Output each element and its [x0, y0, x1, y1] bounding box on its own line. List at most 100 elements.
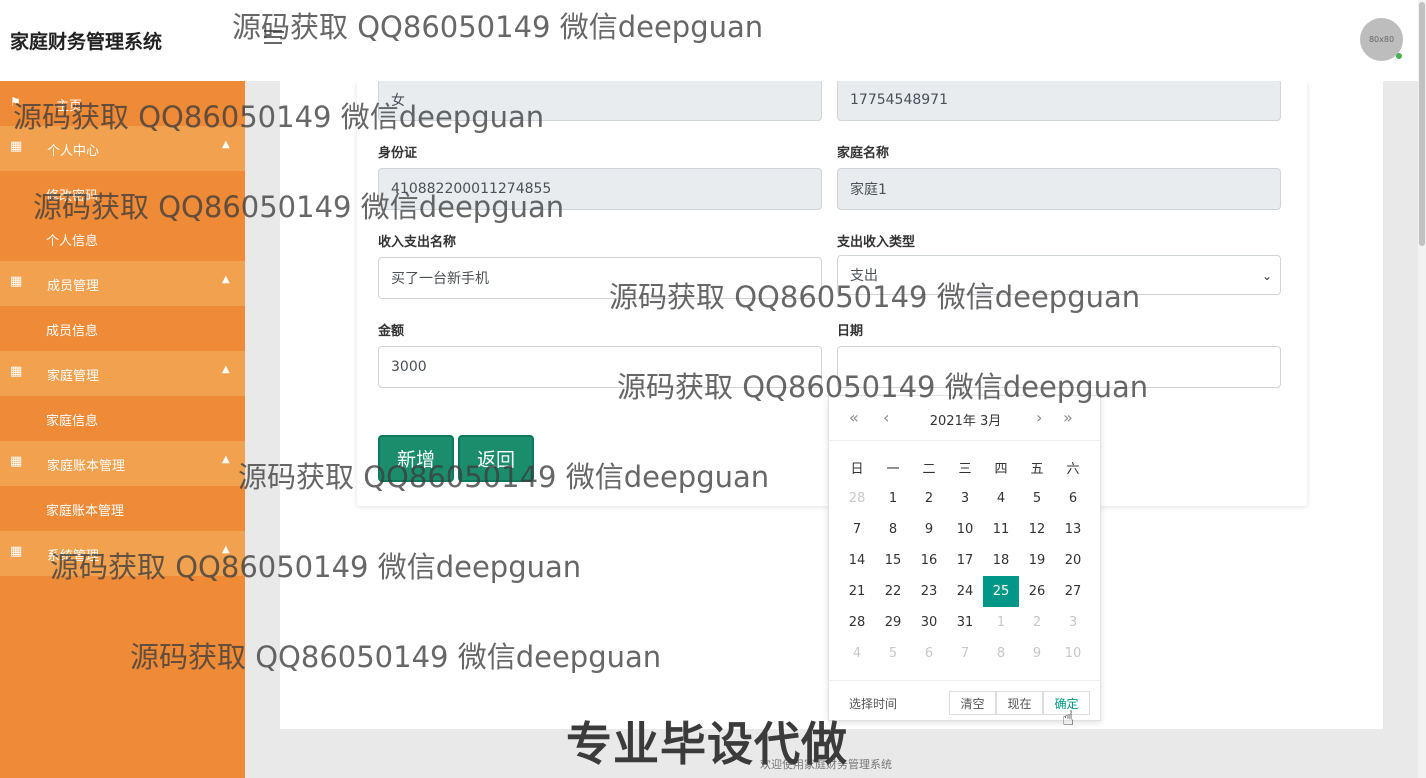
week-row: 4 5 6 7 8 9 10 [839, 638, 1091, 669]
day-cell[interactable]: 23 [911, 576, 947, 607]
select-time-link[interactable]: 选择时间 [849, 695, 897, 712]
next-month-icon[interactable]: › [1036, 408, 1042, 427]
amount-input[interactable]: 3000 [378, 346, 822, 388]
grid-icon: ▦ [10, 544, 23, 559]
sidebar-group-personal[interactable]: ▦ 个人中心 ▲ [0, 126, 245, 171]
week-row: 21 22 23 24 25 26 27 [839, 576, 1091, 607]
sidebar-item-change-password[interactable]: 修改密码 [0, 171, 245, 216]
day-cell[interactable]: 2 [911, 483, 947, 514]
date-label: 日期 [837, 324, 864, 339]
family-label: 家庭名称 [837, 146, 890, 161]
day-cell[interactable]: 19 [1019, 545, 1055, 576]
clear-button[interactable]: 清空 [949, 691, 996, 715]
sidebar-group-label: 系统管理 [47, 549, 100, 564]
sidebar-item-label: 家庭信息 [46, 414, 99, 429]
id-label: 身份证 [378, 146, 418, 161]
weekday-label: 一 [886, 462, 900, 477]
grid-icon: ▦ [10, 274, 23, 289]
day-cell[interactable]: 7 [839, 514, 875, 545]
day-cell[interactable]: 10 [1055, 638, 1091, 669]
next-year-icon[interactable]: » [1063, 408, 1073, 427]
day-cell[interactable]: 1 [875, 483, 911, 514]
week-row: 28 1 2 3 4 5 6 [839, 483, 1091, 514]
day-cell[interactable]: 18 [983, 545, 1019, 576]
page-scrollbar[interactable] [1418, 0, 1426, 778]
gender-value: 女 [391, 93, 405, 109]
sidebar-item-family-info[interactable]: 家庭信息 [0, 396, 245, 441]
week-row: 7 8 9 10 11 12 13 [839, 514, 1091, 545]
app-title: 家庭财务管理系统 [10, 31, 163, 53]
sidebar-group-family[interactable]: ▦ 家庭管理 ▲ [0, 351, 245, 396]
day-cell[interactable]: 14 [839, 545, 875, 576]
name-input[interactable]: 买了一台新手机 [378, 257, 822, 299]
type-label: 支出收入类型 [837, 235, 916, 250]
day-cell[interactable]: 11 [983, 514, 1019, 545]
day-cell[interactable]: 5 [1019, 483, 1055, 514]
day-cell[interactable]: 8 [983, 638, 1019, 669]
day-cell[interactable]: 12 [1019, 514, 1055, 545]
day-cell[interactable]: 28 [839, 607, 875, 638]
phone-field: 17754548971 [837, 79, 1281, 121]
online-status-dot [1396, 53, 1402, 59]
day-cell[interactable]: 9 [1019, 638, 1055, 669]
sidebar-group-system[interactable]: ▦ 系统管理 ▲ [0, 531, 245, 576]
day-cell[interactable]: 6 [911, 638, 947, 669]
grid-icon: ▦ [10, 139, 23, 154]
sidebar-item-home[interactable]: ⚑ 主页 [0, 81, 245, 126]
back-button[interactable]: 返回 [458, 435, 534, 482]
day-cell[interactable]: 31 [947, 607, 983, 638]
date-picker: « ‹ 2021年 3月 › » 日 一 二 三 四 五 六 28 1 2 3 … [828, 395, 1102, 721]
day-cell[interactable]: 9 [911, 514, 947, 545]
day-cell[interactable]: 24 [947, 576, 983, 607]
date-input[interactable] [837, 346, 1281, 388]
day-cell[interactable]: 4 [983, 483, 1019, 514]
day-cell[interactable]: 4 [839, 638, 875, 669]
grid-icon: ▦ [10, 454, 23, 469]
day-cell[interactable]: 26 [1019, 576, 1055, 607]
day-cell[interactable]: 15 [875, 545, 911, 576]
day-cell[interactable]: 6 [1055, 483, 1091, 514]
day-cell[interactable]: 20 [1055, 545, 1091, 576]
day-cell[interactable]: 3 [1055, 607, 1091, 638]
day-cell[interactable]: 30 [911, 607, 947, 638]
top-header: 家庭财务管理系统 80x80 [0, 0, 1426, 81]
chevron-up-icon: ▲ [222, 544, 230, 555]
sidebar-group-members[interactable]: ▦ 成员管理 ▲ [0, 261, 245, 306]
day-cell[interactable]: 13 [1055, 514, 1091, 545]
type-value: 支出 [850, 268, 878, 284]
gender-field: 女 [378, 79, 822, 121]
type-select[interactable]: 支出 ⌄ [837, 255, 1281, 295]
day-cell[interactable]: 1 [983, 607, 1019, 638]
day-cell[interactable]: 16 [911, 545, 947, 576]
scrollbar-thumb[interactable] [1419, 2, 1425, 246]
day-cell[interactable]: 10 [947, 514, 983, 545]
day-cell[interactable]: 27 [1055, 576, 1091, 607]
day-cell[interactable]: 22 [875, 576, 911, 607]
day-cell[interactable]: 28 [839, 483, 875, 514]
day-cell[interactable]: 2 [1019, 607, 1055, 638]
menu-toggle-icon[interactable] [264, 30, 282, 44]
weekday-label: 五 [1030, 462, 1044, 477]
add-button[interactable]: 新增 [378, 435, 454, 482]
weekday-label: 三 [958, 462, 972, 477]
day-cell[interactable]: 17 [947, 545, 983, 576]
day-cell-selected[interactable]: 25 [983, 576, 1019, 607]
sidebar-item-label: 成员信息 [46, 324, 99, 339]
sidebar-item-member-info[interactable]: 成员信息 [0, 306, 245, 351]
day-cell[interactable]: 21 [839, 576, 875, 607]
home-icon: ⚑ [10, 95, 21, 109]
day-cell[interactable]: 5 [875, 638, 911, 669]
day-cell[interactable]: 29 [875, 607, 911, 638]
now-button[interactable]: 现在 [996, 691, 1043, 715]
sidebar-item-personal-info[interactable]: 个人信息 [0, 216, 245, 261]
family-field: 家庭1 [837, 168, 1281, 210]
sidebar-item-ledger[interactable]: 家庭账本管理 [0, 486, 245, 531]
day-cell[interactable]: 3 [947, 483, 983, 514]
day-cell[interactable]: 7 [947, 638, 983, 669]
sidebar-group-label: 家庭账本管理 [47, 459, 126, 474]
sidebar-group-ledger[interactable]: ▦ 家庭账本管理 ▲ [0, 441, 245, 486]
day-cell[interactable]: 8 [875, 514, 911, 545]
avatar[interactable]: 80x80 [1360, 18, 1403, 61]
avatar-text: 80x80 [1368, 35, 1395, 44]
date-picker-title[interactable]: 2021年 3月 [829, 410, 1102, 429]
